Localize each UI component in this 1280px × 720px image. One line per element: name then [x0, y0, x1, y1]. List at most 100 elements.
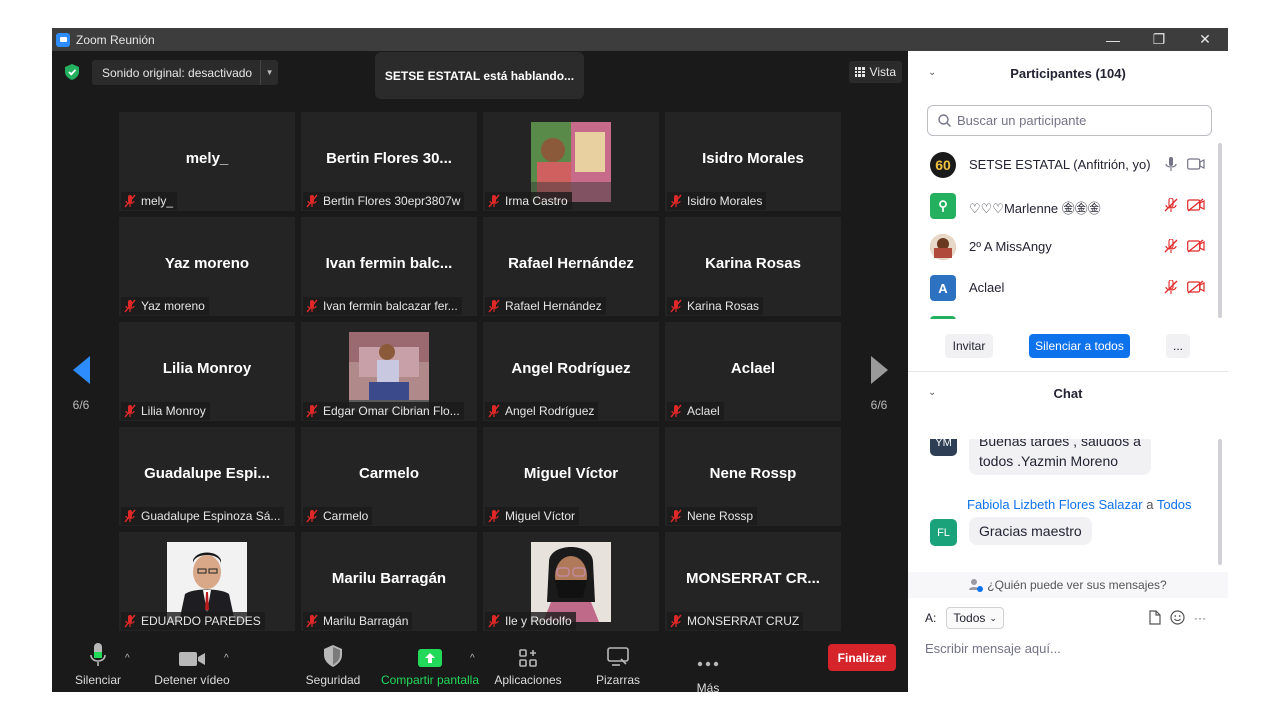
chevron-down-icon[interactable]: ▼: [260, 60, 278, 85]
gallery-grid-icon: [854, 67, 865, 77]
video-tile[interactable]: Yaz moreno Yaz moreno: [119, 217, 295, 316]
tile-display-name: Isidro Morales: [702, 150, 804, 167]
chat-message-input[interactable]: Escribir mensaje aquí...: [925, 641, 1061, 656]
mute-all-button[interactable]: Silenciar a todos: [1029, 334, 1130, 358]
video-tile[interactable]: Nene Rossp Nene Rossp: [665, 427, 841, 526]
video-off-icon[interactable]: [1187, 198, 1205, 212]
video-tile[interactable]: Carmelo Carmelo: [301, 427, 477, 526]
stop-video-button[interactable]: Detener vídeo: [152, 631, 232, 692]
apps-label: Aplicaciones: [494, 673, 562, 687]
apps-button[interactable]: Aplicaciones: [492, 631, 564, 692]
muted-mic-icon[interactable]: [1164, 198, 1178, 212]
video-options-chevron-icon[interactable]: ^: [224, 653, 229, 664]
muted-mic-icon: [306, 404, 318, 418]
video-tile[interactable]: Ile y Rodolfo: [483, 532, 659, 631]
emoji-icon[interactable]: [1170, 610, 1185, 625]
avatar: A: [930, 275, 956, 301]
video-tile[interactable]: Aclael Aclael: [665, 322, 841, 421]
video-tile[interactable]: Irma Castro: [483, 112, 659, 211]
video-tile[interactable]: Ivan fermin balc... Ivan fermin balcazar…: [301, 217, 477, 316]
microphone-icon[interactable]: [1164, 157, 1178, 171]
participant-search-input[interactable]: Buscar un participante: [927, 105, 1212, 136]
participant-row[interactable]: 2º A MissAngy: [908, 226, 1220, 267]
sender-name[interactable]: Fabiola Lizbeth Flores Salazar: [967, 497, 1143, 512]
avatar: FL: [930, 519, 957, 546]
recipient-select[interactable]: Todos ⌄: [946, 607, 1004, 629]
audio-options-chevron-icon[interactable]: ^: [125, 653, 130, 664]
encryption-shield-icon[interactable]: [65, 64, 79, 80]
invite-button[interactable]: Invitar: [945, 334, 993, 358]
title-bar: Zoom Reunión — ❐ ✕: [52, 28, 1228, 51]
participant-row[interactable]: A Aclael: [908, 267, 1220, 308]
video-off-icon[interactable]: [1187, 239, 1205, 253]
more-options-button[interactable]: ...: [1166, 334, 1190, 358]
video-tile[interactable]: Angel Rodríguez Angel Rodríguez: [483, 322, 659, 421]
original-sound-button[interactable]: Sonido original: desactivado ▼: [92, 60, 279, 85]
video-camera-icon[interactable]: [1187, 157, 1205, 171]
minimize-button[interactable]: —: [1090, 28, 1136, 51]
video-tile[interactable]: Marilu Barragán Marilu Barragán: [301, 532, 477, 631]
share-options-chevron-icon[interactable]: ^: [470, 653, 475, 664]
more-button[interactable]: Más: [682, 631, 734, 695]
video-tile[interactable]: Miguel Víctor Miguel Víctor: [483, 427, 659, 526]
tile-display-name: Ivan fermin balc...: [325, 255, 453, 272]
video-tile[interactable]: MONSERRAT CR... MONSERRAT CRUZ: [665, 532, 841, 631]
video-off-icon[interactable]: [1187, 280, 1205, 294]
participant-scrollbar[interactable]: [1218, 143, 1222, 320]
participant-name: Yaz moreno: [141, 299, 205, 313]
tile-display-name: Aclael: [730, 360, 776, 377]
security-label: Seguridad: [305, 673, 361, 687]
sender-to-word: a: [1146, 497, 1154, 512]
mute-button[interactable]: Silenciar: [72, 631, 124, 692]
video-tile[interactable]: Lilia Monroy Lilia Monroy: [119, 322, 295, 421]
video-tile[interactable]: EDUARDO PAREDES: [119, 532, 295, 631]
who-can-see-messages-link[interactable]: ¿Quién puede ver sus mensajes?: [908, 572, 1228, 598]
panel-divider: [908, 371, 1228, 372]
video-tile[interactable]: mely_ mely_: [119, 112, 295, 211]
view-button[interactable]: Vista: [848, 61, 902, 83]
muted-mic-icon: [670, 509, 682, 523]
more-chat-options-button[interactable]: ···: [1194, 611, 1206, 625]
muted-mic-icon[interactable]: [1164, 280, 1178, 294]
chat-scrollbar[interactable]: [1218, 439, 1222, 569]
video-tile[interactable]: Bertin Flores 30... Bertin Flores 30epr3…: [301, 112, 477, 211]
muted-mic-icon: [488, 299, 500, 313]
previous-page-button[interactable]: 6/6: [66, 356, 96, 412]
participant-name: Edgar Omar Cibrian Flo...: [323, 404, 460, 418]
participant-photo: [531, 122, 611, 202]
video-tile[interactable]: Karina Rosas Karina Rosas: [665, 217, 841, 316]
chat-title: Chat: [1053, 386, 1083, 401]
search-icon: [938, 114, 951, 127]
video-tile[interactable]: Guadalupe Espi... Guadalupe Espinoza Sá.…: [119, 427, 295, 526]
tile-name-label: Ivan fermin balcazar fer...: [303, 297, 462, 315]
tile-name-label: Nene Rossp: [667, 507, 758, 525]
video-tile[interactable]: Edgar Omar Cibrian Flo...: [301, 322, 477, 421]
tile-name-label: Edgar Omar Cibrian Flo...: [303, 402, 464, 420]
participant-row[interactable]: 60 SETSE ESTATAL (Anfitrión, yo): [908, 144, 1220, 185]
restore-button[interactable]: ❐: [1136, 28, 1182, 51]
participant-name: Karina Rosas: [687, 299, 760, 313]
chat-recipient-row: A: Todos ⌄: [925, 607, 1004, 629]
tile-name-label: Yaz moreno: [121, 297, 209, 315]
share-screen-button[interactable]: Compartir pantalla: [380, 631, 480, 692]
video-tile[interactable]: Isidro Morales Isidro Morales: [665, 112, 841, 211]
stop-video-label: Detener vídeo: [154, 673, 230, 687]
close-button[interactable]: ✕: [1182, 28, 1228, 51]
file-icon[interactable]: [1149, 610, 1161, 625]
muted-mic-icon: [670, 299, 682, 313]
meeting-toolbar: Silenciar ^ Detener vídeo ^ Seguridad Co…: [52, 631, 908, 695]
tile-name-label: Aclael: [667, 402, 724, 420]
next-page-button[interactable]: 6/6: [864, 356, 894, 412]
tile-name-label: MONSERRAT CRUZ: [667, 612, 804, 630]
security-button[interactable]: Seguridad: [302, 631, 364, 692]
muted-mic-icon[interactable]: [1164, 239, 1178, 253]
window-controls: — ❐ ✕: [1090, 28, 1228, 51]
side-panel: ⌄ Participantes (104) Buscar un particip…: [908, 51, 1228, 692]
whiteboards-button[interactable]: Pizarras: [592, 631, 644, 692]
participant-row[interactable]: ⚲ ♡♡♡Marlenne ㊎㊎㊎: [908, 185, 1220, 226]
tile-display-name: Carmelo: [358, 465, 420, 482]
chat-message-text: Buenas tardes , saludos a: [979, 439, 1141, 449]
participant-row[interactable]: [908, 308, 1220, 319]
video-tile[interactable]: Rafael Hernández Rafael Hernández: [483, 217, 659, 316]
end-meeting-button[interactable]: Finalizar: [828, 644, 896, 671]
